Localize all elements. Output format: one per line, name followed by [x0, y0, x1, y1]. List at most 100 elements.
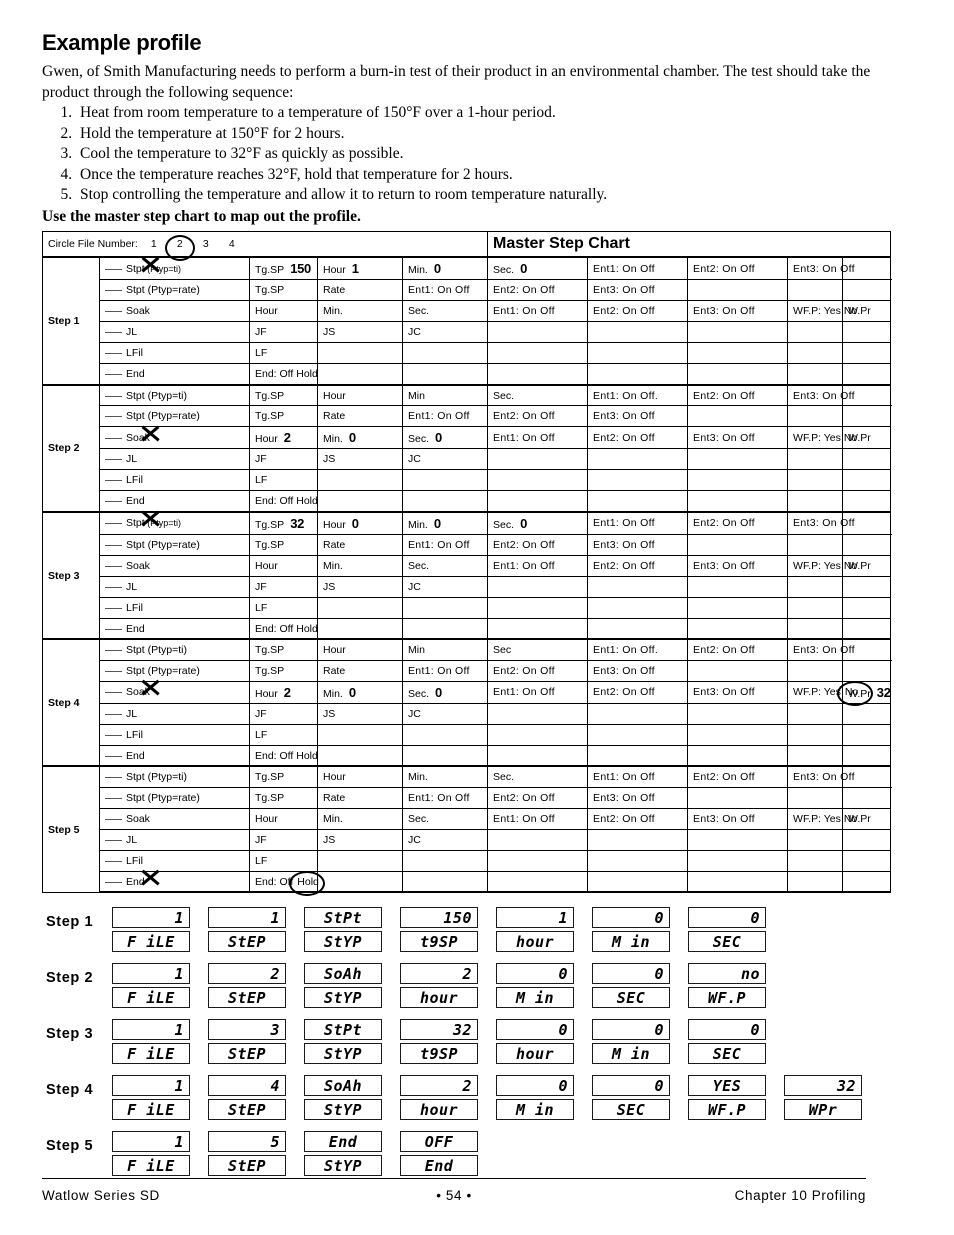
cell-jc[interactable]: JC [401, 321, 489, 344]
cell-ent1[interactable]: Ent1: On Off [487, 554, 589, 577]
row-label-lfil[interactable]: LFil [99, 849, 250, 872]
lcd-cell[interactable]: 150 t9SP [400, 907, 496, 955]
row-label-stpt-ti[interactable]: Stpt (Ptyp=ti) [99, 383, 250, 407]
lcd-cell[interactable]: OFF End [400, 1131, 496, 1179]
cell-min[interactable]: Min. 0 [317, 680, 403, 704]
cell-ent3[interactable]: Ent3: On Off [787, 256, 855, 281]
cell-ent3[interactable]: Ent3: On Off [687, 300, 789, 323]
cell-hour[interactable]: Hour 0 [317, 511, 403, 535]
cell-ent2[interactable]: Ent2: On Off [487, 786, 589, 809]
lcd-cell[interactable]: 1 StEP [208, 907, 304, 955]
cell-sec[interactable]: Sec [487, 638, 589, 661]
lcd-cell[interactable]: End StYP [304, 1131, 400, 1179]
cell-min[interactable]: Min. [317, 807, 403, 830]
cell-tgsp[interactable]: Tg.SP [249, 786, 318, 809]
cell-jf[interactable]: JF [249, 702, 318, 725]
lcd-cell[interactable]: 0 SEC [688, 907, 784, 955]
cell-end-offhold[interactable]: End: Off Hold [249, 870, 325, 896]
cell-tgsp[interactable]: Tg.SP [249, 383, 318, 407]
cell-ent1[interactable]: Ent1: On Off. [587, 383, 689, 407]
lcd-cell[interactable]: 1 F iLE [112, 1019, 208, 1067]
cell-ent2[interactable]: Ent2: On Off [687, 383, 789, 407]
row-label-end[interactable]: End [99, 617, 250, 641]
lcd-cell[interactable]: 2 hour [400, 1075, 496, 1123]
cell-ent2[interactable]: Ent2: On Off [487, 405, 589, 428]
lcd-cell[interactable]: 3 StEP [208, 1019, 304, 1067]
cell-hour[interactable]: Hour [317, 638, 403, 661]
cell-js[interactable]: JS [317, 321, 403, 344]
cell-min[interactable]: Min. 0 [401, 511, 489, 535]
cell-ent1[interactable]: Ent1: On Off [401, 786, 489, 809]
cell-js[interactable]: JS [317, 828, 403, 851]
lcd-cell[interactable]: 32 t9SP [400, 1019, 496, 1067]
file-number-3[interactable]: 3 [193, 238, 219, 250]
cell-wfp[interactable]: WF.P: Yes No [787, 300, 857, 323]
cell-js[interactable]: JS [317, 702, 403, 725]
row-label-jl[interactable]: JL [99, 702, 250, 725]
cell-jf[interactable]: JF [249, 321, 318, 344]
row-label-soak[interactable]: Soak [99, 426, 250, 450]
lcd-cell[interactable]: SoAh StYP [304, 1075, 400, 1123]
cell-wpr[interactable]: W.Pr [842, 554, 892, 577]
lcd-cell[interactable]: 32 WPr [784, 1075, 880, 1123]
cell-wpr[interactable]: W.Pr [842, 300, 892, 323]
lcd-cell[interactable]: 0 M in [592, 907, 688, 955]
cell-ent1[interactable]: Ent1: On Off [401, 405, 489, 428]
lcd-cell[interactable]: StPt StYP [304, 1019, 400, 1067]
cell-jf[interactable]: JF [249, 575, 318, 598]
cell-jf[interactable]: JF [249, 828, 318, 851]
cell-lf[interactable]: LF [249, 849, 318, 872]
row-label-stpt-ti[interactable]: Stpt (Ptyp=ti) [99, 638, 250, 661]
cell-lf[interactable]: LF [249, 342, 318, 365]
cell-ent3[interactable]: Ent3: On Off [587, 786, 689, 809]
cell-ent2[interactable]: Ent2: On Off [487, 659, 589, 682]
row-label-soak[interactable]: Soak [99, 680, 250, 704]
cell-rate[interactable]: Rate [317, 405, 403, 428]
cell-hour[interactable]: Hour 2 [249, 680, 318, 704]
cell-ent3[interactable]: Ent3: On Off [787, 383, 855, 407]
cell-sec[interactable]: Sec. 0 [401, 680, 489, 704]
row-label-jl[interactable]: JL [99, 321, 250, 344]
row-label-jl[interactable]: JL [99, 828, 250, 851]
cell-jc[interactable]: JC [401, 702, 489, 725]
file-number-4[interactable]: 4 [219, 238, 245, 250]
row-label-lfil[interactable]: LFil [99, 596, 250, 619]
lcd-cell[interactable]: 2 hour [400, 963, 496, 1011]
cell-ent2[interactable]: Ent2: On Off [587, 807, 689, 830]
cell-sec[interactable]: Sec. [401, 300, 489, 323]
lcd-cell[interactable]: 1 F iLE [112, 907, 208, 955]
cell-end-offhold[interactable]: End: Off Hold [249, 617, 318, 641]
cell-min[interactable]: Min [401, 383, 489, 407]
row-label-stpt-rate[interactable]: Stpt (Ptyp=rate) [99, 786, 250, 809]
cell-jc[interactable]: JC [401, 828, 489, 851]
cell-tgsp[interactable]: Tg.SP 150 [249, 256, 318, 281]
cell-lf[interactable]: LF [249, 469, 318, 492]
lcd-cell[interactable]: 4 StEP [208, 1075, 304, 1123]
cell-ent1[interactable]: Ent1: On Off [401, 533, 489, 556]
cell-ent1[interactable]: Ent1: On Off [587, 765, 689, 788]
cell-ent2[interactable]: Ent2: On Off [587, 680, 689, 704]
cell-rate[interactable]: Rate [317, 279, 403, 302]
cell-ent2[interactable]: Ent2: On Off [487, 279, 589, 302]
cell-ent1[interactable]: Ent1: On Off [487, 807, 589, 830]
lcd-cell[interactable]: 1 F iLE [112, 1075, 208, 1123]
cell-wfp[interactable]: WF.P: Yes No [787, 554, 857, 577]
cell-js[interactable]: JS [317, 448, 403, 471]
lcd-cell[interactable]: 0 SEC [592, 1075, 688, 1123]
lcd-cell[interactable]: YES WF.P [688, 1075, 784, 1123]
cell-hour[interactable]: Hour [249, 807, 318, 830]
file-number-2[interactable]: 2 [167, 238, 193, 250]
cell-sec[interactable]: Sec. 0 [487, 511, 589, 535]
lcd-cell[interactable]: 1 hour [496, 907, 592, 955]
cell-wpr[interactable]: W.Pr [842, 426, 892, 450]
cell-ent3[interactable]: Ent3: On Off [787, 765, 855, 788]
cell-hour[interactable]: Hour 2 [249, 426, 318, 450]
cell-ent3[interactable]: Ent3: On Off [587, 533, 689, 556]
cell-ent1[interactable]: Ent1: On Off [401, 279, 489, 302]
row-label-soak[interactable]: Soak [99, 554, 250, 577]
row-label-stpt-rate[interactable]: Stpt (Ptyp=rate) [99, 659, 250, 682]
cell-tgsp[interactable]: Tg.SP [249, 405, 318, 428]
cell-min[interactable]: Min. [401, 765, 489, 788]
cell-min[interactable]: Min. [317, 300, 403, 323]
cell-hour[interactable]: Hour [317, 765, 403, 788]
